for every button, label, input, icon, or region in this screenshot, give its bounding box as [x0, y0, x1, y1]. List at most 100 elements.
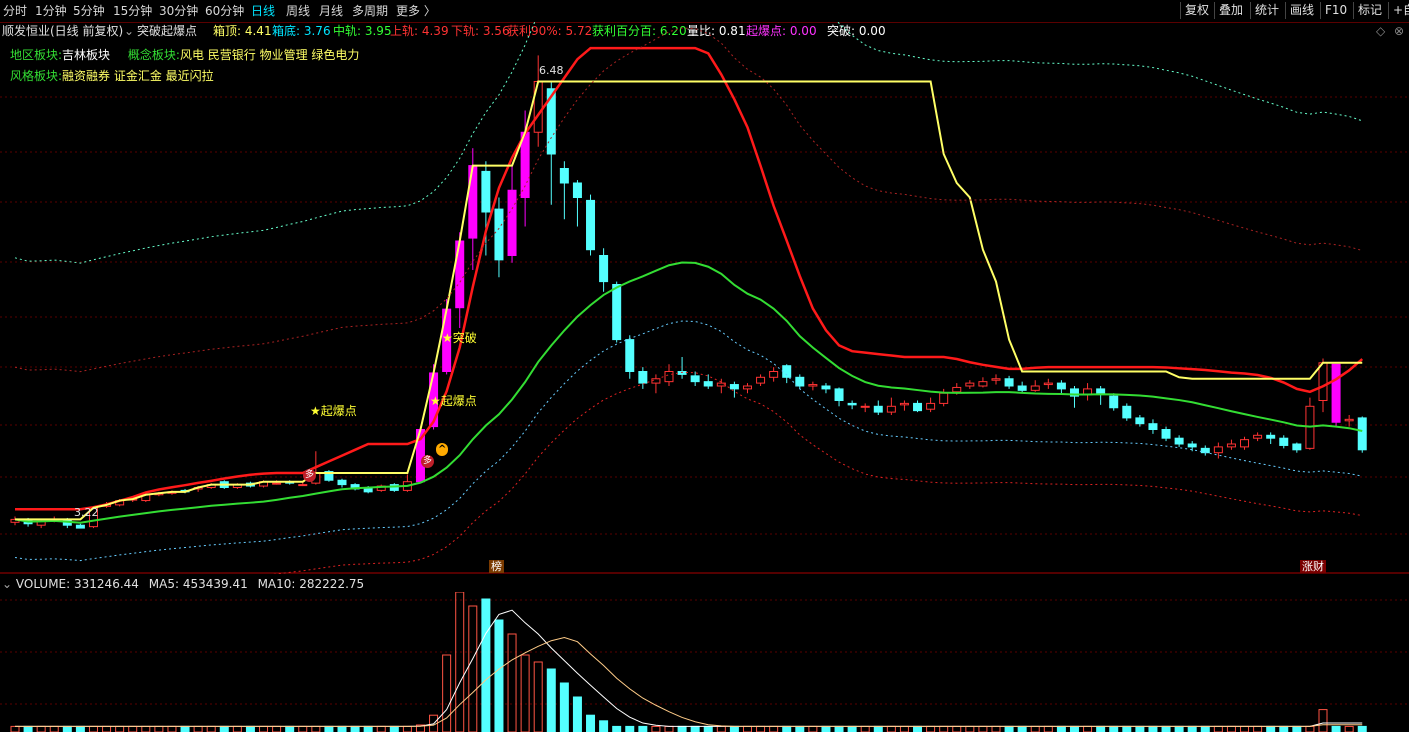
candle — [991, 378, 1001, 381]
chevron-down-icon[interactable]: ⌄ — [2, 577, 12, 591]
mark-button[interactable]: 标记 — [1353, 2, 1386, 19]
volume-bar — [36, 725, 46, 732]
tab-weekly[interactable]: 周线 — [286, 3, 310, 19]
volume-bar — [1213, 725, 1223, 732]
volume-bar — [664, 725, 674, 732]
high-price-label: 6.48 — [539, 64, 564, 77]
candle — [1096, 388, 1106, 394]
candle — [926, 402, 936, 410]
volume-ma5-line — [15, 609, 1363, 727]
tab-15min[interactable]: 15分钟 — [113, 3, 152, 19]
volume-bar — [298, 725, 308, 732]
low-price-label: 3.22 — [74, 506, 99, 519]
custom-button[interactable]: +自 — [1388, 2, 1409, 19]
tab-5min[interactable]: 5分钟 — [73, 3, 105, 19]
volume-bar — [88, 725, 98, 732]
volume-bar — [586, 714, 596, 732]
volume-bar — [324, 725, 334, 732]
tab-60min[interactable]: 60分钟 — [205, 3, 244, 19]
volume-bar — [886, 725, 896, 732]
candle — [1056, 382, 1066, 390]
draw-line-button[interactable]: 画线 — [1285, 2, 1318, 19]
candle — [899, 402, 909, 406]
volume-bar — [1200, 725, 1210, 732]
volume-bar — [402, 725, 412, 732]
candle — [494, 208, 504, 261]
candle — [298, 484, 308, 487]
zhangcai-badge: 涨财 — [1300, 560, 1326, 573]
volume-bar — [285, 725, 295, 732]
candle — [599, 255, 609, 283]
volume-bar — [677, 725, 687, 732]
volume-bar — [180, 725, 190, 732]
volume-bar — [507, 633, 517, 732]
candle — [75, 524, 85, 529]
volume-bar — [1122, 725, 1132, 732]
candle — [834, 388, 844, 401]
volume-bar — [167, 725, 177, 732]
tab-1min[interactable]: 1分钟 — [35, 3, 67, 19]
volume-bar — [965, 725, 975, 732]
volume-bar — [939, 725, 949, 732]
volume-bar — [1187, 725, 1197, 732]
volume-label: VOLUME: — [15, 577, 71, 591]
volume-bar — [1069, 725, 1079, 732]
volume-bar — [219, 725, 229, 732]
overlay-button[interactable]: 叠加 — [1214, 2, 1247, 19]
volume-bar — [75, 725, 85, 732]
volume-bar — [952, 725, 962, 732]
candle — [729, 384, 739, 390]
volume-bar — [232, 725, 242, 732]
candle — [337, 479, 347, 486]
tab-30min[interactable]: 30分钟 — [159, 3, 198, 19]
volume-bar — [376, 725, 386, 732]
price-chart[interactable] — [0, 22, 1409, 574]
candle — [1213, 446, 1223, 454]
candle — [1226, 443, 1236, 448]
volume-bar — [49, 725, 59, 732]
volume-bar — [1344, 725, 1354, 732]
volume-bar — [1240, 725, 1250, 732]
volume-bar — [141, 725, 151, 732]
tab-daily[interactable]: 日线 — [251, 3, 275, 19]
volume-bar — [1135, 725, 1145, 732]
candle — [795, 376, 805, 387]
tab-multi-period[interactable]: 多周期 — [352, 3, 388, 19]
volume-bar — [1357, 725, 1367, 732]
volume-bar — [847, 725, 857, 732]
ma10-label: MA10: — [257, 577, 296, 591]
candle — [1331, 363, 1341, 423]
volume-bar — [821, 725, 831, 732]
stats-button[interactable]: 统计 — [1250, 2, 1283, 19]
fuquan-button[interactable]: 复权 — [1180, 2, 1213, 19]
candle — [572, 182, 582, 198]
candle — [1122, 405, 1132, 419]
tab-fenshi[interactable]: 分时 — [3, 3, 27, 19]
volume-bar — [1253, 725, 1263, 732]
volume-bar — [1305, 725, 1315, 732]
candle — [690, 375, 700, 383]
tupo-marker: ★突破 — [442, 331, 477, 345]
f10-button[interactable]: F10 — [1320, 2, 1351, 19]
tab-monthly[interactable]: 月线 — [319, 3, 343, 19]
candle — [612, 284, 622, 341]
candle — [651, 378, 661, 384]
volume-chart[interactable] — [0, 592, 1409, 732]
volume-bar — [193, 725, 203, 732]
candle — [847, 402, 857, 406]
volume-bar — [1096, 725, 1106, 732]
candle — [782, 365, 792, 378]
volume-bar — [1148, 725, 1158, 732]
mid-upper-band-line — [14, 27, 1363, 373]
volume-bar — [1174, 725, 1184, 732]
candle — [559, 168, 569, 184]
volume-bar — [62, 725, 72, 732]
candle — [860, 405, 870, 408]
candle — [1109, 395, 1119, 409]
candle — [821, 385, 831, 390]
volume-bar — [1043, 725, 1053, 732]
volume-bar — [716, 725, 726, 732]
tab-more[interactable]: 更多 〉 — [396, 3, 436, 19]
volume-bar — [926, 725, 936, 732]
candle — [913, 402, 923, 412]
